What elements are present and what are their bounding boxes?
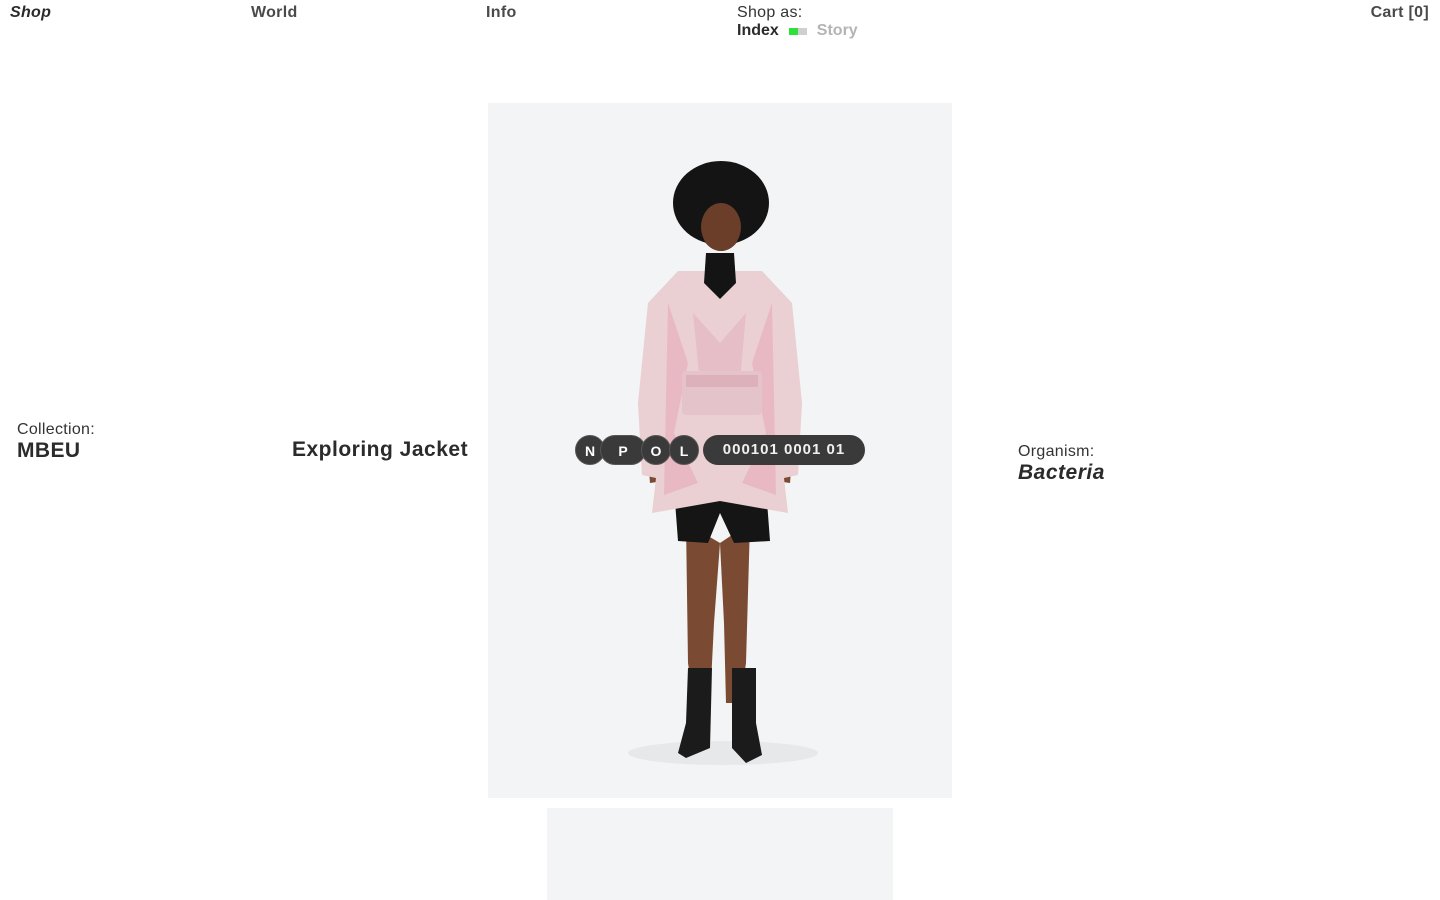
collection-label: Collection: <box>17 421 96 438</box>
shop-as-label: Shop as: <box>737 4 803 21</box>
tag-l-badge[interactable]: L <box>669 435 699 465</box>
product-code-badge: 000101 0001 01 <box>703 435 865 465</box>
tag-p-badge[interactable]: P <box>600 435 646 465</box>
organism-info: Organism: Bacteria <box>1018 443 1105 485</box>
cart-link[interactable]: Cart [0] <box>1371 4 1429 22</box>
organism-value: Bacteria <box>1018 461 1105 484</box>
nav-world-link[interactable]: World <box>251 4 298 22</box>
shop-as-toggle[interactable] <box>788 27 807 35</box>
toggle-knob <box>788 27 798 35</box>
shop-as-story-option[interactable]: Story <box>817 22 858 40</box>
nav-shop-link[interactable]: Shop <box>10 4 51 22</box>
next-product-image[interactable] <box>547 808 893 900</box>
tag-o-badge[interactable]: O <box>641 435 671 465</box>
organism-label: Organism: <box>1018 443 1095 460</box>
collection-info: Collection: MBEU <box>17 421 95 463</box>
nav-info-link[interactable]: Info <box>486 4 517 22</box>
shop-as-options: Index Story <box>737 22 858 40</box>
shop-as-index-option[interactable]: Index <box>737 22 779 40</box>
shop-as-switcher: Shop as: Index Story <box>737 4 858 40</box>
page: Shop World Info Shop as: Index Story Car… <box>0 0 1440 900</box>
collection-value: MBEU <box>17 439 81 462</box>
product-name[interactable]: Exploring Jacket <box>292 438 468 462</box>
